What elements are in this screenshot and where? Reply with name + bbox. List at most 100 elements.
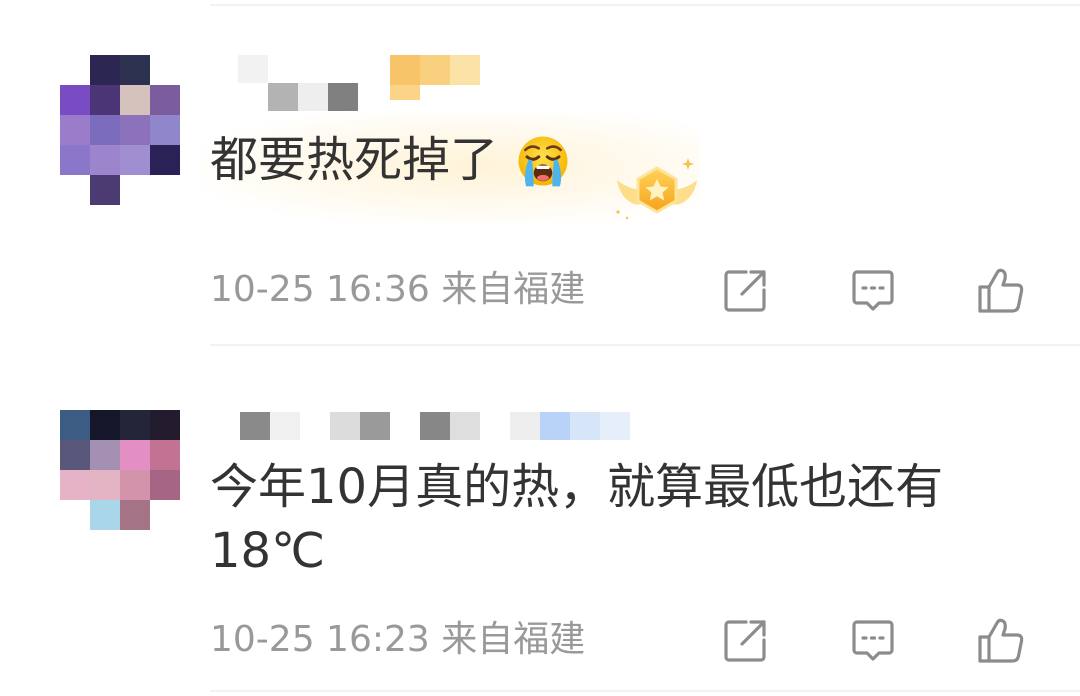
- mosaic-cell: [90, 115, 120, 145]
- username-pixelated[interactable]: [240, 412, 630, 440]
- share-icon: [724, 270, 766, 312]
- mosaic-cell: [150, 500, 180, 530]
- mosaic-row: [238, 55, 358, 83]
- mosaic-cell: [90, 500, 120, 530]
- mosaic-row: [60, 470, 180, 500]
- mosaic-cell: [298, 55, 328, 83]
- thumbs-up-icon: [978, 268, 1024, 313]
- mosaic-row: [238, 83, 358, 111]
- mosaic-cell: [540, 412, 570, 440]
- comment-button[interactable]: [846, 264, 900, 318]
- mosaic-cell: [60, 55, 90, 85]
- comment-meta: 10-25 16:23 来自福建: [210, 618, 585, 662]
- mosaic-cell: [60, 500, 90, 530]
- mosaic-cell: [570, 412, 600, 440]
- mosaic-cell: [480, 412, 510, 440]
- mosaic-cell: [390, 85, 420, 100]
- mosaic-cell: [328, 55, 358, 83]
- avatar[interactable]: [60, 55, 180, 205]
- mosaic-cell: [390, 55, 420, 85]
- mosaic-cell: [450, 55, 480, 85]
- mosaic-cell: [60, 145, 90, 175]
- mosaic-cell: [60, 115, 90, 145]
- comment-timestamp: 10-25 16:36: [210, 269, 430, 310]
- mosaic-row: [60, 410, 180, 440]
- comment-item: 今年10月真的热，就算最低也还有 18℃ 10-25 16:23 来自福建: [0, 345, 1080, 690]
- comment-button[interactable]: [846, 614, 900, 668]
- like-button[interactable]: [974, 614, 1028, 668]
- divider-bottom: [210, 690, 1080, 692]
- mosaic-cell: [90, 440, 120, 470]
- mosaic-cell: [240, 412, 270, 440]
- mosaic-cell: [150, 115, 180, 145]
- mosaic-cell: [60, 470, 90, 500]
- comment-icon: [852, 270, 894, 311]
- user-badge-pixelated[interactable]: [390, 55, 480, 100]
- comment-meta: 10-25 16:36 来自福建: [210, 268, 585, 312]
- mosaic-cell: [90, 85, 120, 115]
- mosaic-cell: [90, 175, 120, 205]
- comment-location: 来自福建: [441, 269, 586, 310]
- mosaic-cell: [120, 410, 150, 440]
- mosaic-cell: [150, 85, 180, 115]
- comment-text-line: 18℃: [210, 523, 325, 579]
- comment-location: 来自福建: [441, 619, 586, 660]
- mosaic-row: [60, 115, 180, 145]
- mosaic-cell: [150, 55, 180, 85]
- mosaic-cell: [420, 412, 450, 440]
- mosaic-cell: [298, 83, 328, 111]
- mosaic-cell: [450, 85, 480, 100]
- mosaic-cell: [150, 175, 180, 205]
- mosaic-cell: [150, 410, 180, 440]
- mosaic-cell: [120, 440, 150, 470]
- comment-timestamp: 10-25 16:23: [210, 619, 430, 660]
- mosaic-row: [60, 55, 180, 85]
- mosaic-row: [390, 85, 480, 100]
- mosaic-cell: [390, 412, 420, 440]
- mosaic-cell: [60, 410, 90, 440]
- mosaic-row: [60, 85, 180, 115]
- username-pixelated[interactable]: [238, 55, 358, 111]
- mosaic-cell: [120, 145, 150, 175]
- like-button[interactable]: [974, 264, 1028, 318]
- mosaic-row: [240, 412, 630, 440]
- mosaic-cell: [90, 55, 120, 85]
- mosaic-cell: [60, 85, 90, 115]
- comment-item: 都要热死掉了 10-25 16:36 来自福建: [0, 0, 1080, 345]
- comment-icon: [852, 620, 894, 661]
- mosaic-cell: [510, 412, 540, 440]
- mosaic-cell: [150, 470, 180, 500]
- mosaic-cell: [268, 83, 298, 111]
- mosaic-row: [60, 175, 180, 205]
- share-icon: [724, 620, 766, 662]
- mosaic-cell: [90, 145, 120, 175]
- star-medal-icon: [612, 154, 702, 224]
- mosaic-row: [60, 500, 180, 530]
- mosaic-cell: [238, 55, 268, 83]
- mosaic-row: [60, 145, 180, 175]
- share-button[interactable]: [718, 264, 772, 318]
- thumbs-up-icon: [978, 618, 1024, 663]
- mosaic-row: [60, 440, 180, 470]
- mosaic-cell: [60, 175, 90, 205]
- share-button[interactable]: [718, 614, 772, 668]
- mosaic-cell: [120, 115, 150, 145]
- loudly-crying-face-icon: [516, 134, 570, 188]
- mosaic-cell: [90, 470, 120, 500]
- avatar[interactable]: [60, 410, 180, 530]
- comment-text-line: 今年10月真的热，就算最低也还有: [210, 459, 944, 515]
- mosaic-cell: [120, 85, 150, 115]
- mosaic-cell: [600, 412, 630, 440]
- mosaic-cell: [300, 412, 330, 440]
- mosaic-cell: [238, 83, 268, 111]
- mosaic-cell: [60, 440, 90, 470]
- mosaic-cell: [268, 55, 298, 83]
- mosaic-cell: [330, 412, 360, 440]
- comment-text: 都要热死掉了: [210, 132, 499, 188]
- mosaic-row: [390, 55, 480, 85]
- mosaic-cell: [328, 83, 358, 111]
- comment-text: 今年10月真的热，就算最低也还有 18℃: [210, 455, 943, 583]
- mosaic-cell: [90, 410, 120, 440]
- mosaic-cell: [120, 175, 150, 205]
- mosaic-cell: [270, 412, 300, 440]
